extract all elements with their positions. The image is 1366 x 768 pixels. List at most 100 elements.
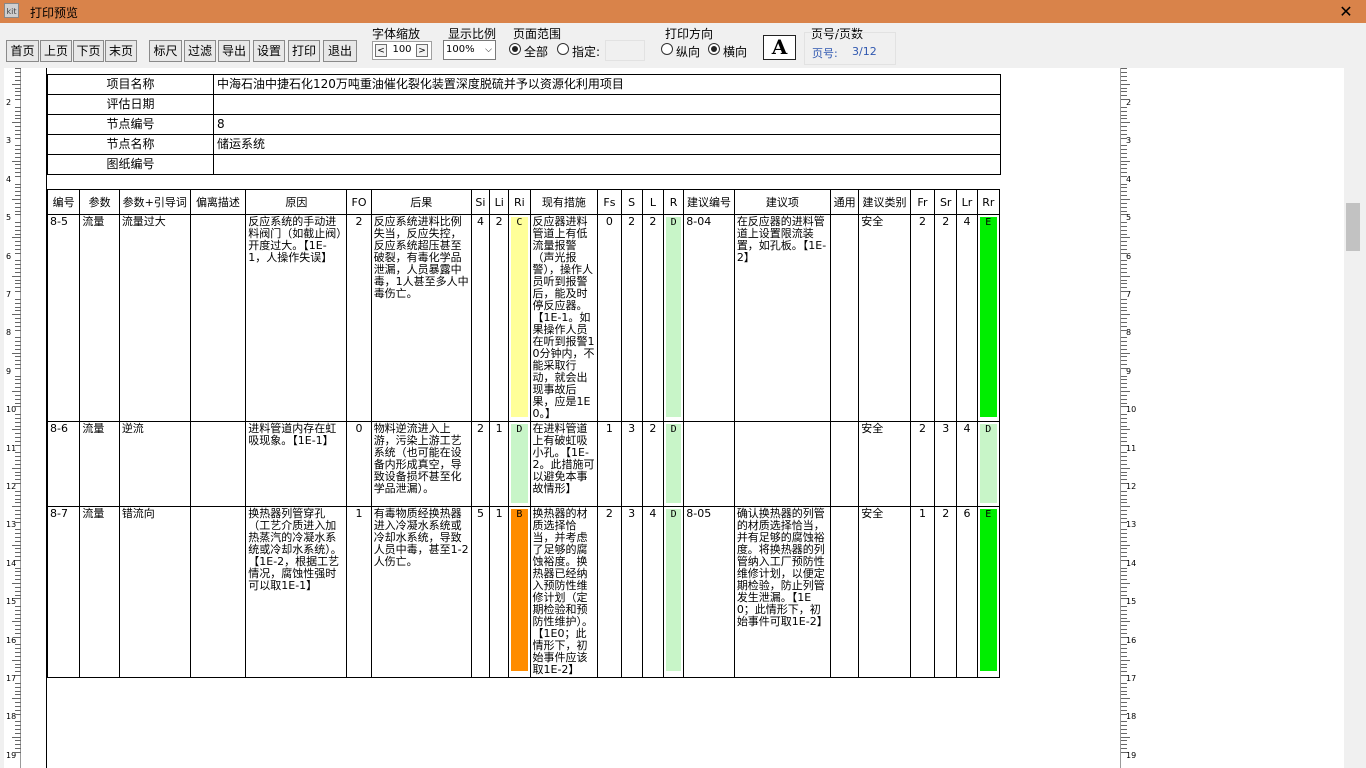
ruler-tick <box>15 402 21 404</box>
ruler-tick <box>1121 655 1127 657</box>
ruler-tick <box>1121 690 1127 692</box>
ruler-tick <box>15 648 21 650</box>
info-key: 评估日期 <box>47 94 214 115</box>
range-all-radio[interactable] <box>509 43 521 55</box>
ruler-number: 8 <box>6 328 12 338</box>
ruler-tick <box>15 671 21 673</box>
zoom-increase-button[interactable]: > <box>416 44 428 57</box>
ruler-tick <box>1121 229 1127 231</box>
ruler-tick <box>15 341 21 343</box>
ruler-tick <box>15 406 21 408</box>
zoom-decrease-button[interactable]: < <box>375 44 387 57</box>
cell-s: 3 <box>620 421 643 507</box>
ruler-number: 19 <box>1126 750 1137 760</box>
cell-rr: E <box>976 506 1001 678</box>
font-settings-button[interactable]: A <box>763 35 796 60</box>
ruler-tick <box>15 421 21 423</box>
ruler-tick <box>1121 556 1127 558</box>
ruler-tick <box>15 751 21 753</box>
ruler-tick <box>1121 129 1127 131</box>
ruler-tick <box>15 156 21 158</box>
ruler-tick <box>1121 83 1130 85</box>
ruler-tick <box>1121 452 1127 454</box>
ruler-tick <box>1121 736 1130 738</box>
cell-measure: 换热器的材质选择恰当，并考虑了足够的腐蚀裕度。换热器已经纳入预防性维修计划（定期… <box>529 506 599 678</box>
font-zoom-value[interactable]: 100 <box>390 44 414 55</box>
ruler-tick <box>15 552 21 554</box>
ruler-tick <box>15 494 21 496</box>
ruler-tick <box>15 252 21 254</box>
ruler-tick <box>1121 536 1127 538</box>
ruler-tick <box>15 364 21 366</box>
ruler-tick <box>1121 586 1127 588</box>
ruler-tick <box>1121 506 1130 508</box>
ruler-tick <box>1121 306 1127 308</box>
ruler-button[interactable]: 标尺 <box>149 40 182 62</box>
portrait-radio[interactable] <box>661 43 673 55</box>
column-header: L <box>641 189 665 215</box>
cell-deviation <box>189 214 247 422</box>
page-number-value: 3/12 <box>852 45 877 58</box>
ruler-tick <box>1121 709 1127 711</box>
scrollbar-thumb[interactable] <box>1346 203 1360 251</box>
ruler-tick <box>1121 475 1127 477</box>
ruler-number: 6 <box>6 251 12 261</box>
ruler-tick <box>1121 609 1127 611</box>
ruler-tick <box>15 417 21 419</box>
ruler-tick <box>15 471 21 473</box>
print-button[interactable]: 打印 <box>288 40 320 62</box>
ruler-tick <box>15 548 21 550</box>
cell-fs: 2 <box>597 506 622 678</box>
cell-consequence: 有毒物质经换热器进入冷凝水系统或冷却水系统，导致人员中毒，甚至1-2人伤亡。 <box>370 506 472 678</box>
close-button[interactable]: ✕ <box>1326 0 1366 23</box>
ruler-number: 3 <box>6 136 12 146</box>
ruler-tick <box>15 617 21 619</box>
ruler-tick <box>1121 533 1127 535</box>
vertical-scrollbar[interactable] <box>1344 68 1362 768</box>
ruler-tick <box>1121 233 1127 235</box>
export-button[interactable]: 导出 <box>218 40 250 62</box>
ruler-tick <box>1121 225 1127 227</box>
settings-button[interactable]: 设置 <box>253 40 285 62</box>
cell-general <box>829 421 860 507</box>
ruler-tick <box>1121 271 1127 273</box>
ruler-number: 7 <box>6 290 12 299</box>
ruler-tick <box>15 187 21 189</box>
ruler-tick <box>1121 283 1127 285</box>
filter-button[interactable]: 过滤 <box>184 40 216 62</box>
ruler-tick <box>15 675 21 677</box>
ruler-tick <box>15 168 21 170</box>
cell-sugg-id <box>683 421 735 507</box>
first-page-button[interactable]: 首页 <box>6 40 39 62</box>
display-ratio-select[interactable]: 100% ⌵ <box>443 40 496 60</box>
ruler-tick <box>1121 521 1127 523</box>
ruler-tick <box>15 302 21 304</box>
prev-page-button[interactable]: 上页 <box>40 40 72 62</box>
ruler-tick <box>15 498 21 500</box>
next-page-button[interactable]: 下页 <box>73 40 104 62</box>
ruler-tick <box>1121 567 1127 569</box>
risk-level-badge: D <box>666 509 682 671</box>
ruler-tick <box>1121 732 1127 734</box>
cell-ri: C <box>508 214 531 422</box>
range-specify-radio[interactable] <box>557 43 569 55</box>
ruler-tick <box>1121 721 1127 723</box>
cell-suggestion: 在反应器的进料管道上设置限流装置，如孔板。【1E-2】 <box>733 214 831 422</box>
ruler-tick <box>1121 652 1127 654</box>
last-page-button[interactable]: 末页 <box>105 40 137 62</box>
ruler-tick <box>1121 510 1127 512</box>
ruler-tick <box>1121 68 1127 70</box>
ruler-tick <box>15 521 21 523</box>
landscape-radio[interactable] <box>708 43 720 55</box>
ruler-number: 17 <box>1126 674 1137 683</box>
ruler-tick <box>15 575 21 577</box>
column-header: S <box>620 189 643 215</box>
page-range-input[interactable] <box>605 40 645 61</box>
ruler-tick <box>12 160 21 162</box>
font-zoom-label: 字体缩放 <box>372 27 421 41</box>
ruler-tick <box>12 736 21 738</box>
ruler-tick <box>1121 202 1127 204</box>
exit-button[interactable]: 退出 <box>323 40 357 62</box>
column-header: Rr <box>976 189 1001 215</box>
ruler-tick <box>1121 222 1127 224</box>
